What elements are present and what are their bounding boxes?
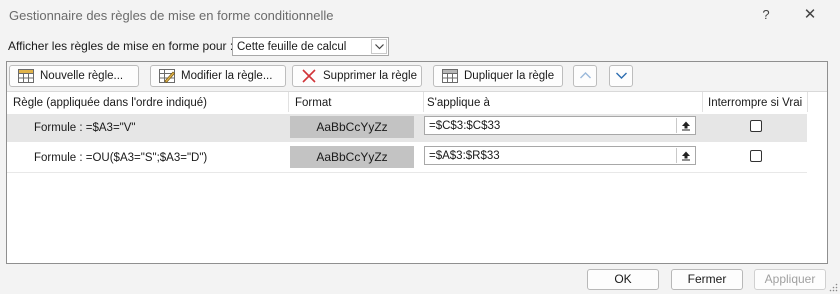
column-divider[interactable] xyxy=(807,92,808,112)
dialog-title: Gestionnaire des règles de mise en forme… xyxy=(9,8,334,23)
close-button[interactable]: ✕ xyxy=(796,5,824,25)
ok-button[interactable]: OK xyxy=(587,269,659,290)
applies-to-field[interactable]: =$A$3:$R$33 xyxy=(424,146,696,165)
edit-rule-icon xyxy=(159,69,175,84)
row-divider xyxy=(7,172,807,173)
col-format: Format xyxy=(295,97,332,109)
show-rules-value: Cette feuille de calcul xyxy=(237,41,347,53)
rules-toolbar: Nouvelle règle... Modifier la règle... S… xyxy=(7,62,827,92)
resize-grip-icon[interactable] xyxy=(829,283,838,292)
collapse-dialog-icon[interactable] xyxy=(676,118,694,133)
chevron-up-icon xyxy=(580,72,591,79)
new-rule-label: Nouvelle règle... xyxy=(40,70,124,82)
edit-rule-button[interactable]: Modifier la règle... xyxy=(150,65,286,87)
rules-panel: Nouvelle règle... Modifier la règle... S… xyxy=(6,61,828,264)
duplicate-rule-button[interactable]: Dupliquer la règle xyxy=(433,65,563,87)
column-divider[interactable] xyxy=(288,92,289,112)
column-divider[interactable] xyxy=(702,92,703,112)
applies-to-value: =$A$3:$R$33 xyxy=(429,150,500,162)
edit-rule-label: Modifier la règle... xyxy=(181,70,273,82)
col-stop-if-true: Interrompre si Vrai xyxy=(708,97,803,109)
show-rules-dropdown[interactable]: Cette feuille de calcul xyxy=(232,37,389,56)
apply-button[interactable]: Appliquer xyxy=(754,269,826,290)
chevron-down-icon[interactable] xyxy=(371,39,387,54)
applies-to-value: =$C$3:$C$33 xyxy=(429,120,501,132)
format-preview: AaBbCcYyZz xyxy=(290,116,414,138)
new-rule-icon xyxy=(18,69,34,83)
show-rules-label: Afficher les règles de mise en forme pou… xyxy=(8,39,234,53)
delete-rule-label: Supprimer la règle xyxy=(323,70,417,82)
stop-if-true-checkbox[interactable] xyxy=(750,120,762,132)
format-preview: AaBbCcYyZz xyxy=(290,146,414,168)
rule-text: Formule : =$A3="V" xyxy=(34,122,136,134)
chevron-down-icon xyxy=(616,72,627,79)
help-button[interactable]: ? xyxy=(756,5,776,25)
delete-icon xyxy=(301,69,317,83)
rules-table-header: Règle (appliquée dans l'ordre indiqué) F… xyxy=(7,92,807,112)
column-divider[interactable] xyxy=(423,92,424,112)
collapse-dialog-icon[interactable] xyxy=(676,148,694,163)
move-up-button[interactable] xyxy=(573,65,597,87)
new-rule-button[interactable]: Nouvelle règle... xyxy=(9,65,139,87)
title-bar: Gestionnaire des règles de mise en forme… xyxy=(0,0,840,30)
applies-to-field[interactable]: =$C$3:$C$33 xyxy=(424,116,696,135)
duplicate-rule-label: Dupliquer la règle xyxy=(464,70,555,82)
rule-text: Formule : =OU($A3="S";$A3="D") xyxy=(34,152,208,164)
close-dialog-button[interactable]: Fermer xyxy=(671,269,743,290)
delete-rule-button[interactable]: Supprimer la règle xyxy=(292,65,422,87)
duplicate-icon xyxy=(442,69,458,83)
rule-row[interactable]: Formule : =OU($A3="S";$A3="D") AaBbCcYyZ… xyxy=(7,144,807,172)
col-rule: Règle (appliquée dans l'ordre indiqué) xyxy=(13,97,207,109)
stop-if-true-checkbox[interactable] xyxy=(750,150,762,162)
rule-row[interactable]: Formule : =$A3="V" AaBbCcYyZz =$C$3:$C$3… xyxy=(7,114,807,142)
rules-scrollbar[interactable] xyxy=(807,113,827,263)
move-down-button[interactable] xyxy=(609,65,633,87)
col-applies-to: S'applique à xyxy=(427,97,490,109)
